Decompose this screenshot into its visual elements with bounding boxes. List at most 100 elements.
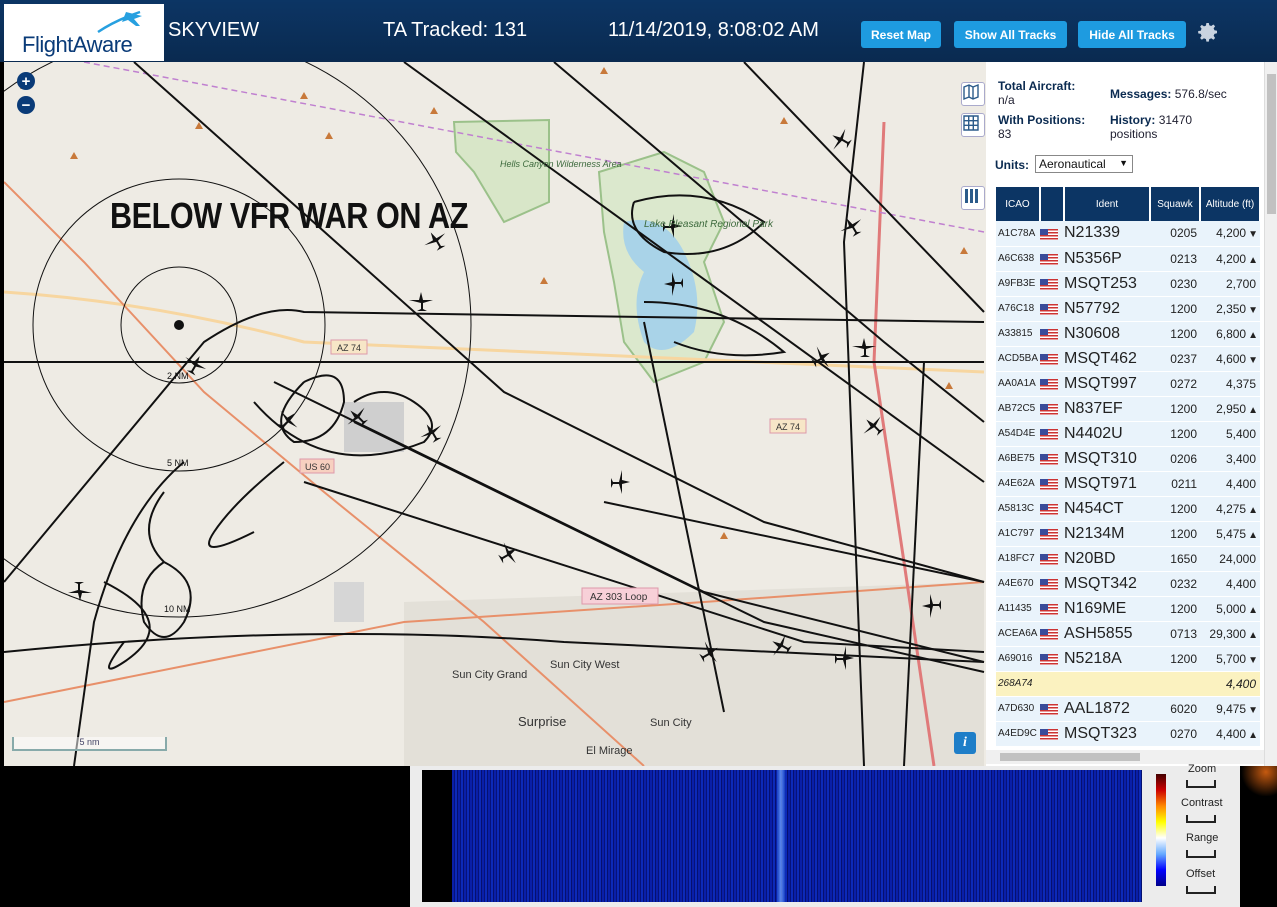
gear-icon[interactable] xyxy=(1196,20,1220,44)
cell-altitude: 5,400 xyxy=(1200,421,1260,447)
history-unit: positions xyxy=(1110,127,1158,141)
road-shield-az303: AZ 303 Loop xyxy=(581,587,659,605)
skyview-app: FlightAware SKYVIEW TA Tracked: 131 11/1… xyxy=(0,0,1277,907)
zoom-out-button[interactable]: − xyxy=(17,96,35,114)
cell-squawk: 0237 xyxy=(1150,346,1200,372)
table-row[interactable]: AA0A1A MSQT997 0272 4,375 xyxy=(996,371,1260,397)
aircraft-icon[interactable] xyxy=(826,125,854,155)
range-slider[interactable] xyxy=(1186,850,1216,858)
flightaware-logo[interactable]: FlightAware xyxy=(4,4,164,61)
cell-icao: A4E670 xyxy=(996,571,1040,597)
table-row[interactable]: A11435 N169ME 1200 5,000 ▲ xyxy=(996,596,1260,622)
cell-icao: AA0A1A xyxy=(996,371,1040,397)
cell-icao: A4ED9C xyxy=(996,721,1040,747)
zoom-slider[interactable] xyxy=(1186,780,1216,788)
horizontal-scrollbar[interactable] xyxy=(986,750,1264,764)
cell-flag xyxy=(1040,571,1064,597)
cell-icao: A11435 xyxy=(996,596,1040,622)
with-positions-stat: With Positions: 83 xyxy=(998,113,1085,141)
table-row[interactable]: A4E670 MSQT342 0232 4,400 xyxy=(996,571,1260,597)
aircraft-icon[interactable] xyxy=(409,292,433,311)
col-header-icao[interactable]: ICAO xyxy=(996,187,1041,221)
map-canvas[interactable]: 2 NM 5 NM 10 NM Hells Canyon Wilderness … xyxy=(4,62,986,766)
table-row[interactable]: A1C78A N21339 0205 4,200 ▼ xyxy=(996,221,1260,247)
map-view[interactable]: 2 NM 5 NM 10 NM Hells Canyon Wilderness … xyxy=(4,62,986,766)
spectrum-frame: Zoom Contrast Range Offset xyxy=(410,763,1240,907)
cell-ident: MSQT342 xyxy=(1064,571,1150,597)
vertical-scrollbar[interactable] xyxy=(1264,62,1277,766)
table-row[interactable]: A4ED9C MSQT323 0270 4,400 ▲ xyxy=(996,721,1260,747)
cell-icao: A6C638 xyxy=(996,246,1040,272)
aircraft-icon[interactable] xyxy=(852,338,876,357)
svg-text:AZ 74: AZ 74 xyxy=(776,422,800,432)
table-row[interactable]: ACEA6A ASH5855 0713 29,300 ▲ xyxy=(996,621,1260,647)
table-row[interactable]: A5813C N454CT 1200 4,275 ▲ xyxy=(996,496,1260,522)
grid-icon[interactable] xyxy=(961,113,985,137)
aircraft-icon[interactable] xyxy=(494,538,522,568)
cell-squawk xyxy=(1150,671,1200,697)
background-glow xyxy=(1240,766,1277,796)
zoom-in-button[interactable]: + xyxy=(17,72,35,90)
units-select[interactable]: Aeronautical ▼ xyxy=(1035,155,1133,173)
waterfall-display[interactable] xyxy=(422,770,1142,902)
table-row[interactable]: AB72C5 N837EF 1200 2,950 ▲ xyxy=(996,396,1260,422)
road-shield-us60: US 60 xyxy=(299,458,335,474)
cell-ident: MSQT971 xyxy=(1064,471,1150,497)
col-header-squawk[interactable]: Squawk xyxy=(1150,187,1201,221)
cell-ident: MSQT323 xyxy=(1064,721,1150,747)
table-row[interactable]: A7D630 AAL1872 6020 9,475 ▼ xyxy=(996,696,1260,722)
label-lake-pleasant: Lake Pleasant Regional Park xyxy=(644,219,774,230)
cell-ident: MSQT997 xyxy=(1064,371,1150,397)
table-row[interactable]: A9FB3E MSQT253 0230 2,700 xyxy=(996,271,1260,297)
col-header-flag[interactable] xyxy=(1040,187,1065,221)
col-header-altitude[interactable]: Altitude (ft) xyxy=(1200,187,1261,221)
us-flag-icon xyxy=(1040,228,1058,240)
cell-flag xyxy=(1040,396,1064,422)
columns-icon[interactable] xyxy=(961,186,985,210)
airfield-area xyxy=(344,402,404,452)
svg-text:AZ 303 Loop: AZ 303 Loop xyxy=(590,592,648,603)
offset-slider[interactable] xyxy=(1186,886,1216,894)
table-row[interactable]: A76C18 N57792 1200 2,350 ▼ xyxy=(996,296,1260,322)
cell-icao: A1C78A xyxy=(996,221,1040,247)
reset-map-button[interactable]: Reset Map xyxy=(861,21,941,48)
aircraft-icon[interactable] xyxy=(611,470,630,494)
aircraft-icon[interactable] xyxy=(836,212,866,240)
table-row[interactable]: ACD5BA MSQT462 0237 4,600 ▼ xyxy=(996,346,1260,372)
table-row[interactable]: A6BE75 MSQT310 0206 3,400 xyxy=(996,446,1260,472)
us-flag-icon xyxy=(1040,578,1058,590)
cell-ident xyxy=(1064,671,1150,697)
table-row[interactable]: A4E62A MSQT971 0211 4,400 xyxy=(996,471,1260,497)
altitude-trend-icon: ▲ xyxy=(1248,729,1258,741)
table-row[interactable]: A33815 N30608 1200 6,800 ▲ xyxy=(996,321,1260,347)
table-row[interactable]: A18FC7 N20BD 1650 24,000 xyxy=(996,546,1260,572)
aircraft-table-body: A1C78A N21339 0205 4,200 ▼ A6C638 N5356P 0213 4,… xyxy=(996,221,1260,747)
current-datetime: 11/14/2019, 8:08:02 AM xyxy=(608,19,819,41)
table-row[interactable]: 268A74 4,400 xyxy=(996,671,1260,697)
cell-icao: ACD5BA xyxy=(996,346,1040,372)
vscroll-thumb[interactable] xyxy=(1267,74,1276,214)
aircraft-icon[interactable] xyxy=(68,582,92,601)
altitude-trend-icon: ▲ xyxy=(1248,629,1258,641)
table-row[interactable]: A69016 N5218A 1200 5,700 ▼ xyxy=(996,646,1260,672)
cell-altitude: 4,275 ▲ xyxy=(1200,496,1260,522)
signal-spike xyxy=(777,770,785,902)
table-row[interactable]: A1C797 N2134M 1200 5,475 ▲ xyxy=(996,521,1260,547)
altitude-trend-icon: ▼ xyxy=(1248,654,1258,666)
altitude-value: 4,400 xyxy=(1225,576,1256,591)
contrast-slider[interactable] xyxy=(1186,815,1216,823)
cell-squawk: 0206 xyxy=(1150,446,1200,472)
table-row[interactable]: A6C638 N5356P 0213 4,200 ▲ xyxy=(996,246,1260,272)
info-button[interactable]: i xyxy=(954,732,976,754)
show-all-tracks-button[interactable]: Show All Tracks xyxy=(954,21,1067,48)
hscroll-thumb[interactable] xyxy=(1000,753,1140,761)
zoom-label: Zoom xyxy=(1188,763,1217,775)
cell-ident: N21339 xyxy=(1064,221,1150,247)
col-header-ident[interactable]: Ident xyxy=(1064,187,1151,221)
table-row[interactable]: A54D4E N4402U 1200 5,400 xyxy=(996,421,1260,447)
cell-altitude: 2,950 ▲ xyxy=(1200,396,1260,422)
altitude-value: 4,375 xyxy=(1225,376,1256,391)
cell-squawk: 1200 xyxy=(1150,296,1200,322)
hide-all-tracks-button[interactable]: Hide All Tracks xyxy=(1078,21,1186,48)
map-layers-icon[interactable] xyxy=(961,82,985,106)
